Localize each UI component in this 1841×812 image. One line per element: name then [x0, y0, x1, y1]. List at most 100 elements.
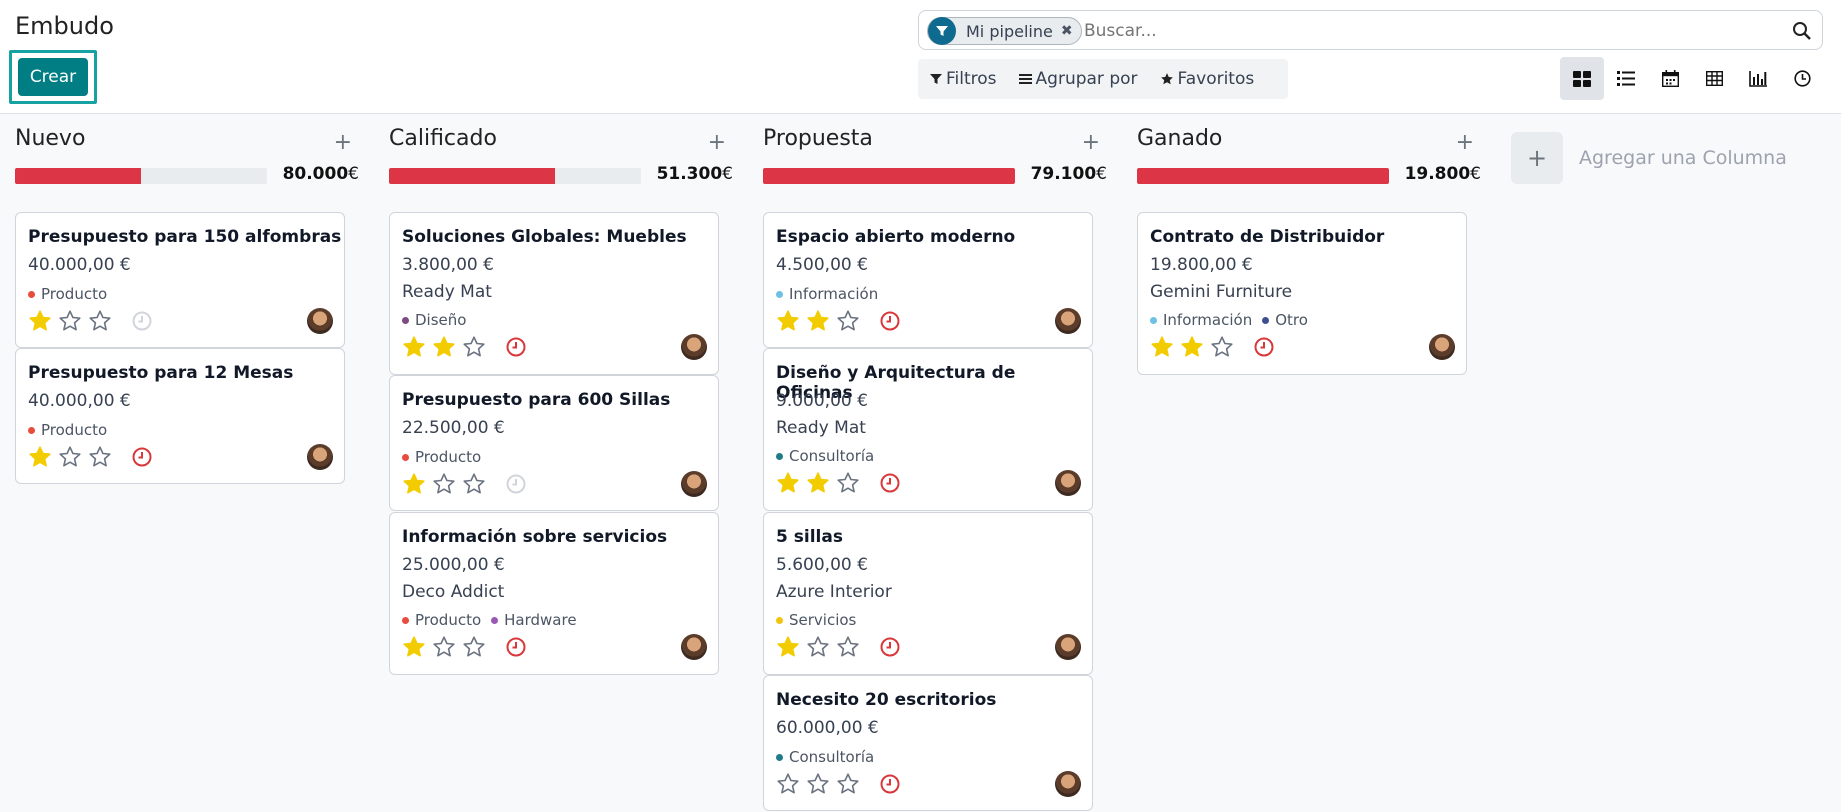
search-facet[interactable]: Mi pipeline ✖: [927, 17, 1082, 45]
kanban-card[interactable]: Diseño y Arquitectura de Oficinas 9.000,0…: [763, 348, 1093, 511]
star-filled-icon[interactable]: [402, 472, 426, 496]
search-input[interactable]: [1084, 19, 1764, 43]
activity-view-button[interactable]: [1780, 57, 1824, 100]
graph-view-button[interactable]: [1736, 57, 1780, 100]
activity-clock-icon[interactable]: [1253, 336, 1275, 358]
column-title[interactable]: Propuesta: [763, 126, 873, 151]
activity-clock-icon[interactable]: [879, 773, 901, 795]
tag-color-dot: [776, 753, 783, 761]
star-filled-icon[interactable]: [776, 471, 800, 495]
star-filled-icon[interactable]: [806, 471, 830, 495]
star-empty-icon[interactable]: [1210, 335, 1234, 359]
star-filled-icon[interactable]: [776, 635, 800, 659]
star-filled-icon[interactable]: [28, 309, 52, 333]
kanban-card[interactable]: 5 sillas 5.600,00 € Azure Interior Servicio…: [763, 512, 1093, 675]
column-title[interactable]: Calificado: [389, 126, 497, 151]
activity-clock-icon[interactable]: [879, 310, 901, 332]
calendar-view-button[interactable]: [1648, 57, 1692, 100]
salesperson-avatar[interactable]: [681, 471, 707, 497]
star-empty-icon[interactable]: [462, 335, 486, 359]
salesperson-avatar[interactable]: [307, 308, 333, 334]
salesperson-avatar[interactable]: [1055, 771, 1081, 797]
activity-clock-icon[interactable]: [131, 310, 153, 332]
activity-clock-icon[interactable]: [131, 446, 153, 468]
column-total-value: 80.000: [282, 164, 349, 184]
kanban-card[interactable]: Presupuesto para 600 Sillas 22.500,00 € Pr…: [389, 375, 719, 511]
star-empty-icon[interactable]: [836, 309, 860, 333]
salesperson-avatar[interactable]: [681, 334, 707, 360]
kanban-view-button[interactable]: [1560, 57, 1604, 100]
kanban-card[interactable]: Necesito 20 escritorios 60.000,00 € Consul…: [763, 675, 1093, 811]
star-empty-icon[interactable]: [462, 472, 486, 496]
kanban-card[interactable]: Contrato de Distribuidor 19.800,00 € Gemin…: [1137, 212, 1467, 375]
tag: Consultoría: [776, 447, 874, 465]
add-column-button[interactable]: +: [1511, 132, 1563, 184]
star-empty-icon[interactable]: [836, 772, 860, 796]
star-filled-icon[interactable]: [402, 335, 426, 359]
star-empty-icon[interactable]: [88, 445, 112, 469]
salesperson-avatar[interactable]: [1055, 470, 1081, 496]
column-progress-bar[interactable]: [15, 168, 267, 184]
remove-facet-icon[interactable]: ✖: [1061, 23, 1073, 39]
create-button[interactable]: Crear: [18, 58, 88, 96]
add-column[interactable]: + Agregar una Columna: [1511, 132, 1787, 184]
tag-color-dot: [1150, 316, 1157, 324]
salesperson-avatar[interactable]: [307, 444, 333, 470]
star-filled-icon[interactable]: [1150, 335, 1174, 359]
activity-clock-icon[interactable]: [879, 472, 901, 494]
column-progress-bar[interactable]: [1137, 168, 1389, 184]
filters-button[interactable]: Filtros: [930, 69, 997, 89]
pivot-view-button[interactable]: [1692, 57, 1736, 100]
salesperson-avatar[interactable]: [1055, 634, 1081, 660]
quick-create-icon[interactable]: +: [334, 130, 352, 155]
card-partner: Ready Mat: [402, 282, 492, 302]
star-filled-icon[interactable]: [1180, 335, 1204, 359]
favorites-button[interactable]: Favoritos: [1160, 69, 1254, 89]
search-icon[interactable]: [1792, 21, 1812, 41]
star-filled-icon[interactable]: [28, 445, 52, 469]
quick-create-icon[interactable]: +: [1456, 130, 1474, 155]
star-empty-icon[interactable]: [58, 445, 82, 469]
salesperson-avatar[interactable]: [1429, 334, 1455, 360]
add-column-label: Agregar una Columna: [1579, 147, 1787, 169]
star-empty-icon[interactable]: [776, 772, 800, 796]
column-progress-bar[interactable]: [389, 168, 641, 184]
star-empty-icon[interactable]: [806, 635, 830, 659]
kanban-card[interactable]: Soluciones Globales: Muebles 3.800,00 € Re…: [389, 212, 719, 375]
kanban-card[interactable]: Información sobre servicios 25.000,00 € De…: [389, 512, 719, 675]
star-empty-icon[interactable]: [836, 471, 860, 495]
star-empty-icon[interactable]: [836, 635, 860, 659]
star-empty-icon[interactable]: [88, 309, 112, 333]
search-bar[interactable]: Mi pipeline ✖: [918, 10, 1823, 50]
column-title[interactable]: Ganado: [1137, 126, 1222, 151]
star-filled-icon[interactable]: [776, 309, 800, 333]
column-title[interactable]: Nuevo: [15, 126, 85, 151]
star-empty-icon[interactable]: [432, 635, 456, 659]
activity-clock-icon[interactable]: [505, 336, 527, 358]
salesperson-avatar[interactable]: [1055, 308, 1081, 334]
star-filled-icon[interactable]: [402, 635, 426, 659]
activity-clock-icon[interactable]: [879, 636, 901, 658]
star-filled-icon[interactable]: [432, 335, 456, 359]
star-empty-icon[interactable]: [58, 309, 82, 333]
kanban-card[interactable]: Presupuesto para 150 alfombras 40.000,00 …: [15, 212, 345, 348]
list-view-button[interactable]: [1604, 57, 1648, 100]
column-total: 51.300€: [657, 164, 733, 184]
activity-clock-icon[interactable]: [505, 473, 527, 495]
card-tags: Servicios: [776, 611, 856, 629]
star-empty-icon[interactable]: [806, 772, 830, 796]
kanban-card[interactable]: Espacio abierto moderno 4.500,00 € Informa…: [763, 212, 1093, 348]
groupby-button[interactable]: Agrupar por: [1018, 69, 1138, 89]
filter-bar: Filtros Agrupar por Favoritos: [918, 59, 1288, 99]
star-empty-icon[interactable]: [462, 635, 486, 659]
salesperson-avatar[interactable]: [681, 634, 707, 660]
kanban-card[interactable]: Presupuesto para 12 Mesas 40.000,00 € Prod…: [15, 348, 345, 484]
star-empty-icon[interactable]: [432, 472, 456, 496]
column-progress-bar[interactable]: [763, 168, 1015, 184]
star-filled-icon[interactable]: [806, 309, 830, 333]
card-tags: Diseño: [402, 311, 466, 329]
column-total-value: 51.300: [656, 164, 723, 184]
activity-clock-icon[interactable]: [505, 636, 527, 658]
quick-create-icon[interactable]: +: [708, 130, 726, 155]
quick-create-icon[interactable]: +: [1082, 130, 1100, 155]
